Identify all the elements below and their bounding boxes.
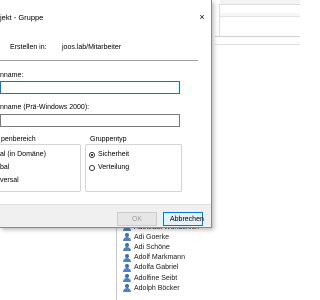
user-list-border: [116, 222, 117, 300]
list-item[interactable]: Adi Schöne: [123, 242, 293, 252]
group-type-title: Gruppentyp: [89, 136, 128, 143]
list-item-label: Adolfa Gabriel: [134, 264, 179, 272]
group-name-pre2000-label: nname (Prä-Windows 2000):: [0, 104, 90, 111]
list-item-label: Adolf Markmann: [134, 254, 185, 262]
user-icon: [123, 243, 131, 252]
background-divider: [215, 36, 300, 37]
list-item[interactable]: Adolfine Seibt: [123, 273, 293, 283]
background-divider-2: [215, 44, 300, 45]
scope-option-domain-local[interactable]: al (in Domäne): [0, 151, 46, 158]
footer-divider: [0, 204, 211, 205]
list-item-label: Adi Schöne: [134, 243, 170, 251]
list-item-label: Adi Goerke: [134, 233, 170, 241]
group-name-pre2000-input[interactable]: [0, 114, 180, 127]
new-group-dialog: jekt - Gruppe × Erstellen in: joos.lab/M…: [0, 0, 212, 228]
group-name-label: nname:: [0, 72, 24, 79]
list-item[interactable]: Adolfa Gabriel: [123, 263, 293, 273]
list-item[interactable]: Adi Goerke: [123, 232, 293, 242]
user-list: Adeltraut Wunderlich Adi Goerke Adi Schö…: [123, 222, 293, 293]
separator: [0, 60, 198, 61]
list-item-label: Adolfine Seibt: [134, 274, 178, 282]
scope-option-label: bal: [0, 164, 10, 171]
radio-unselected[interactable]: [89, 164, 95, 171]
background-window-toolbar: [220, 0, 300, 5]
user-icon: [123, 284, 131, 293]
group-scope-title: penbereich: [0, 136, 37, 143]
user-icon: [123, 233, 131, 242]
type-option-label: Sicherheit: [98, 151, 130, 158]
list-item[interactable]: Adolph Böcker: [123, 283, 293, 293]
background-pane-divider: [219, 4, 220, 36]
type-option-label: Verteilung: [98, 164, 130, 171]
list-item[interactable]: Adolf Markmann: [123, 253, 293, 263]
radio-selected[interactable]: [89, 151, 95, 158]
user-icon: [123, 274, 131, 283]
scope-option-global[interactable]: bal: [0, 164, 9, 171]
scope-option-label: al (in Domäne): [0, 151, 46, 158]
background-window-header: [220, 13, 300, 17]
scope-option-universal[interactable]: versal: [0, 177, 19, 184]
cancel-button[interactable]: Abbrechen: [163, 212, 204, 226]
user-icon: [123, 263, 131, 272]
dialog-titlebar[interactable]: jekt - Gruppe ×: [0, 0, 211, 34]
list-item-label: Adolph Böcker: [134, 284, 180, 292]
ok-button[interactable]: OK: [117, 212, 157, 226]
scope-option-label: versal: [0, 177, 19, 184]
group-name-input[interactable]: [0, 81, 180, 94]
type-option-distribution[interactable]: Verteilung: [89, 164, 129, 171]
close-icon[interactable]: ×: [195, 10, 209, 24]
created-in-value: joos.lab/Mitarbeiter: [62, 44, 122, 51]
user-icon: [123, 253, 131, 262]
type-option-security[interactable]: Sicherheit: [89, 151, 129, 158]
dialog-title: jekt - Gruppe: [0, 13, 44, 22]
created-in-label: Erstellen in:: [10, 44, 47, 51]
